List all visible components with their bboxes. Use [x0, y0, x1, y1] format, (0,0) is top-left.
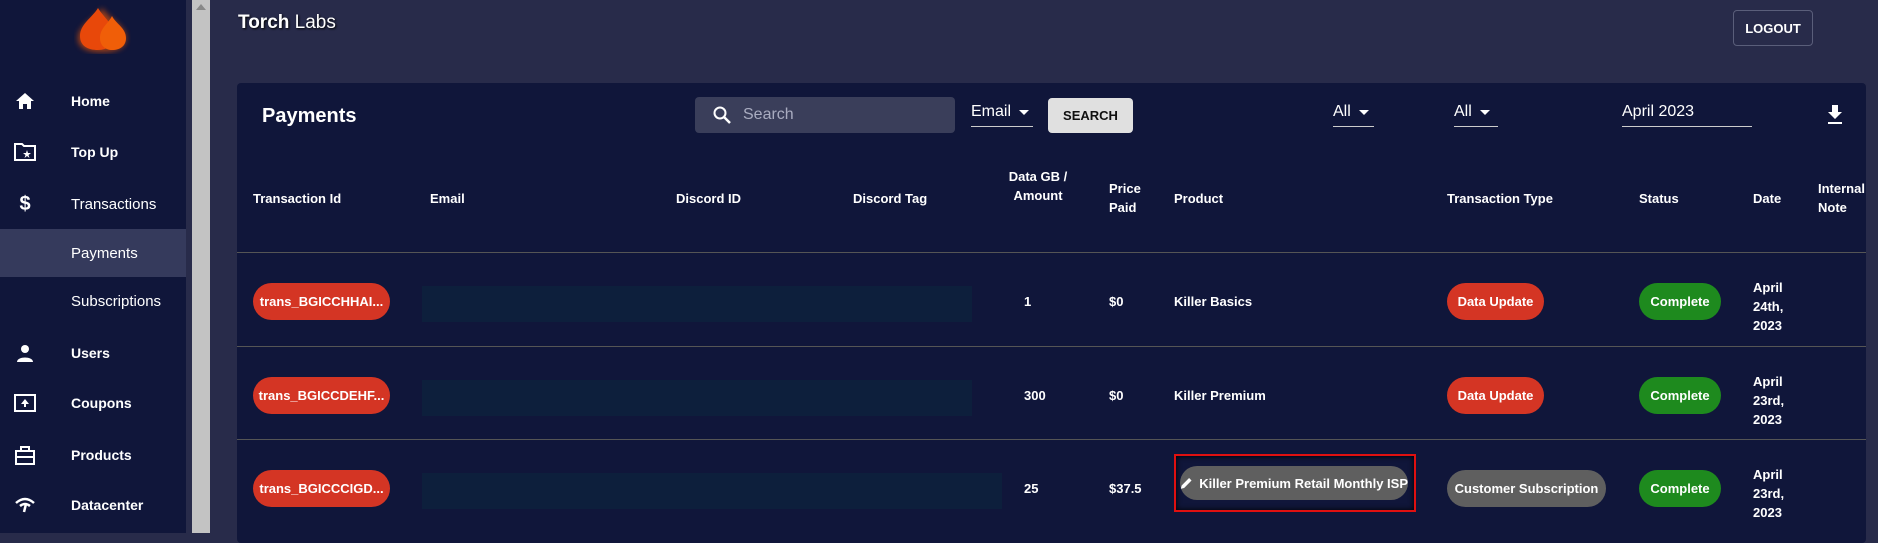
folder-star-icon	[14, 141, 36, 163]
sidebar: Home Top Up $ Transactions Payments Subsc…	[0, 0, 186, 533]
status-badge: Complete	[1639, 470, 1721, 507]
chevron-down-icon	[1358, 109, 1369, 115]
transaction-type-badge: Customer Subscription	[1447, 470, 1606, 507]
table-row[interactable]: trans_BGICCHHAI... 1 $0 Killer Basics Da…	[237, 252, 1866, 345]
data-amount: 25	[1024, 481, 1039, 496]
filter-select-2[interactable]: All	[1454, 103, 1498, 127]
transaction-id-pill[interactable]: trans_BGICCHHAI...	[253, 283, 390, 320]
table-row[interactable]: trans_BGICCDEHF... 300 $0 Killer Premium…	[237, 346, 1866, 439]
transaction-type-badge: Data Update	[1447, 283, 1544, 320]
sidebar-item-subscriptions[interactable]: Subscriptions	[0, 277, 186, 325]
torch-logo	[78, 8, 126, 52]
status-badge: Complete	[1639, 377, 1721, 414]
search-icon	[713, 106, 731, 124]
price-paid: $0	[1109, 388, 1124, 403]
sidebar-item-label: Users	[71, 345, 110, 361]
price-paid: $0	[1109, 294, 1124, 309]
sidebar-item-payments[interactable]: Payments	[0, 229, 186, 277]
search-field-value: Email	[971, 103, 1012, 120]
table-row[interactable]: trans_BGICCCIGD... 25 $37.5 Killer Premi…	[237, 439, 1866, 532]
transaction-id-pill[interactable]: trans_BGICCDEHF...	[253, 377, 390, 414]
download-icon[interactable]	[1827, 105, 1843, 125]
user-icon	[14, 342, 36, 364]
sidebar-item-label: Coupons	[71, 395, 132, 411]
pencil-icon[interactable]	[1180, 475, 1193, 491]
product-edit-box[interactable]: Killer Premium Retail Monthly ISP	[1174, 454, 1416, 512]
filter-value: All	[1454, 103, 1472, 120]
date: April 24th, 2023	[1753, 280, 1784, 333]
filter-value: All	[1333, 103, 1351, 120]
upload-box-icon	[14, 392, 36, 414]
search-button[interactable]: SEARCH	[1048, 98, 1133, 133]
price-paid: $37.5	[1109, 481, 1142, 496]
date: April 23rd, 2023	[1753, 467, 1785, 520]
sidebar-item-users[interactable]: Users	[0, 329, 186, 377]
scrollbar[interactable]	[192, 0, 210, 533]
chevron-down-icon	[1019, 109, 1030, 115]
column-header: Date	[1753, 191, 1782, 206]
product-name: Killer Premium Retail Monthly ISP	[1199, 475, 1408, 491]
wifi-icon	[14, 494, 36, 516]
transaction-type-badge: Data Update	[1447, 377, 1544, 414]
sidebar-item-coupons[interactable]: Coupons	[0, 379, 186, 427]
scroll-up-arrow-icon[interactable]	[196, 4, 206, 10]
status-badge: Complete	[1639, 283, 1721, 320]
product-name: Killer Premium	[1174, 388, 1266, 403]
column-header: Price Paid	[1109, 181, 1141, 215]
filter-select-1[interactable]: All	[1333, 103, 1374, 127]
transaction-id-pill[interactable]: trans_BGICCCIGD...	[253, 470, 390, 507]
column-header: Discord Tag	[853, 191, 928, 206]
column-header: Email	[430, 191, 465, 206]
sidebar-item-label: Products	[71, 447, 132, 463]
month-picker[interactable]: April 2023	[1622, 103, 1752, 127]
sidebar-item-label: Top Up	[71, 144, 119, 160]
page-title: Payments	[262, 105, 357, 127]
redacted-email-discord	[422, 473, 1002, 509]
data-amount: 1	[1024, 294, 1032, 309]
dollar-icon: $	[19, 192, 31, 215]
redacted-email-discord	[422, 286, 972, 322]
column-header: Product	[1174, 191, 1224, 206]
column-header: Discord ID	[676, 191, 742, 206]
sidebar-item-top-up[interactable]: Top Up	[0, 128, 186, 176]
sidebar-item-transactions[interactable]: $ Transactions	[0, 180, 186, 228]
payments-panel: Payments Email SEARCH All All April 2023…	[237, 83, 1866, 543]
sidebar-item-label: Datacenter	[71, 497, 144, 513]
sidebar-item-label: Subscriptions	[71, 292, 162, 310]
redacted-email-discord	[422, 380, 972, 416]
column-header: Transaction Id	[253, 191, 342, 206]
chevron-down-icon	[1479, 109, 1490, 115]
sidebar-item-products[interactable]: Products	[0, 431, 186, 479]
sidebar-item-label: Home	[71, 93, 110, 109]
column-header: Transaction Type	[1447, 191, 1553, 206]
column-header: Status	[1639, 191, 1679, 206]
sidebar-item-label: Transactions	[71, 195, 157, 213]
sidebar-item-home[interactable]: Home	[0, 77, 186, 125]
product-name: Killer Basics	[1174, 294, 1253, 309]
app-title: Torch Labs	[238, 12, 336, 33]
briefcase-icon	[14, 444, 36, 466]
product-chip[interactable]: Killer Premium Retail Monthly ISP	[1180, 466, 1408, 500]
logout-button[interactable]: LOGOUT	[1733, 10, 1813, 46]
search-field-select[interactable]: Email	[971, 103, 1033, 127]
data-amount: 300	[1024, 388, 1046, 403]
sidebar-item-datacenter[interactable]: Datacenter	[0, 481, 186, 529]
date: April 23rd, 2023	[1753, 374, 1785, 427]
sidebar-item-label: Payments	[71, 244, 138, 262]
search-box[interactable]	[695, 97, 955, 133]
search-input[interactable]	[743, 106, 943, 124]
home-icon	[14, 90, 36, 112]
month-value: April 2023	[1622, 103, 1695, 120]
column-header: Internal Note	[1818, 181, 1865, 215]
column-header: Data GB / Amount	[1008, 169, 1068, 203]
